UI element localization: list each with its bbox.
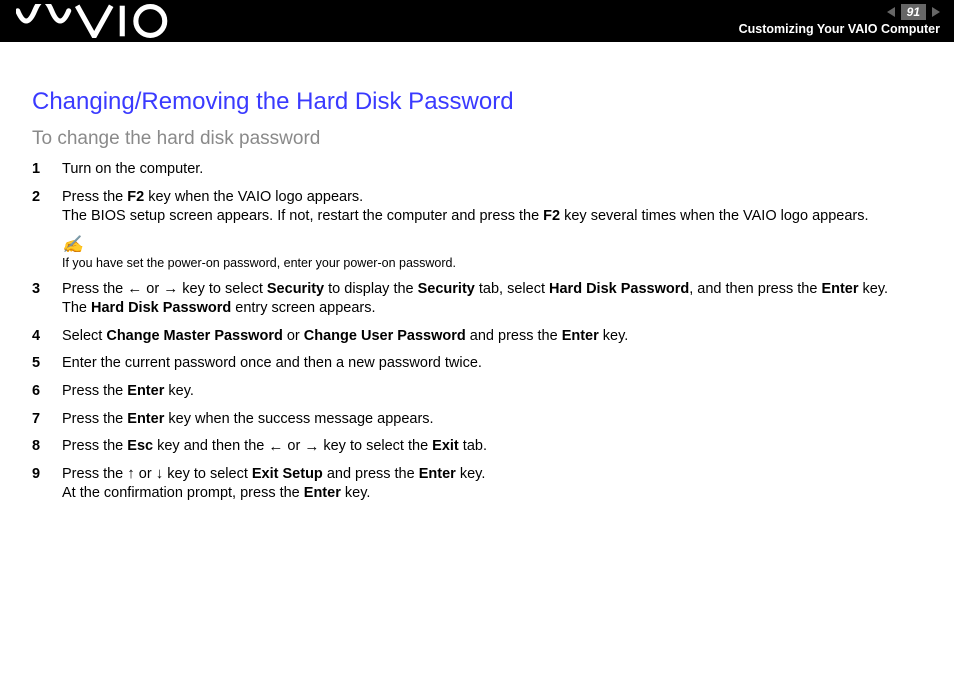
next-page-arrow[interactable]	[932, 7, 940, 17]
vaio-logo	[16, 4, 186, 38]
step-6: 6Press the Enter key.	[32, 382, 922, 402]
prev-page-arrow[interactable]	[887, 7, 895, 17]
page-number: 91	[901, 4, 926, 20]
step-text: Press the F2 key when the VAIO logo appe…	[62, 188, 922, 227]
step-number: 4	[32, 327, 62, 347]
step-5: 5Enter the current password once and the…	[32, 354, 922, 374]
page-subtitle: To change the hard disk password	[32, 128, 922, 150]
step-number: 3	[32, 280, 62, 319]
step-text: Press the ↑ or ↓ key to select Exit Setu…	[62, 465, 922, 504]
page-title: Changing/Removing the Hard Disk Password	[32, 88, 922, 116]
step-text: Press the Enter key when the success mes…	[62, 410, 922, 430]
header-right: 91 Customizing Your VAIO Computer	[739, 4, 940, 36]
step-1: 1Turn on the computer.	[32, 160, 922, 180]
step-text: Select Change Master Password or Change …	[62, 327, 922, 347]
step-text: Press the Esc key and then the ← or → ke…	[62, 437, 922, 457]
note-icon: ✍	[62, 235, 922, 255]
step-number: 6	[32, 382, 62, 402]
step-text: Enter the current password once and then…	[62, 354, 922, 374]
note-block: ✍If you have set the power-on password, …	[62, 235, 922, 270]
step-2: 2Press the F2 key when the VAIO logo app…	[32, 188, 922, 227]
step-text: Press the Enter key.	[62, 382, 922, 402]
step-number: 1	[32, 160, 62, 180]
step-8: 8Press the Esc key and then the ← or → k…	[32, 437, 922, 457]
page-nav: 91	[739, 4, 940, 20]
step-7: 7Press the Enter key when the success me…	[32, 410, 922, 430]
step-9: 9Press the ↑ or ↓ key to select Exit Set…	[32, 465, 922, 504]
step-3: 3Press the ← or → key to select Security…	[32, 280, 922, 319]
step-4: 4Select Change Master Password or Change…	[32, 327, 922, 347]
note-text: If you have set the power-on password, e…	[62, 256, 922, 270]
step-number: 8	[32, 437, 62, 457]
section-title: Customizing Your VAIO Computer	[739, 22, 940, 36]
step-number: 5	[32, 354, 62, 374]
step-text: Turn on the computer.	[62, 160, 922, 180]
step-number: 2	[32, 188, 62, 227]
step-number: 9	[32, 465, 62, 504]
steps-list: 1Turn on the computer.2Press the F2 key …	[32, 160, 922, 504]
page-content: Changing/Removing the Hard Disk Password…	[32, 88, 922, 512]
step-text: Press the ← or → key to select Security …	[62, 280, 922, 319]
step-number: 7	[32, 410, 62, 430]
header-bar: 91 Customizing Your VAIO Computer	[0, 0, 954, 42]
